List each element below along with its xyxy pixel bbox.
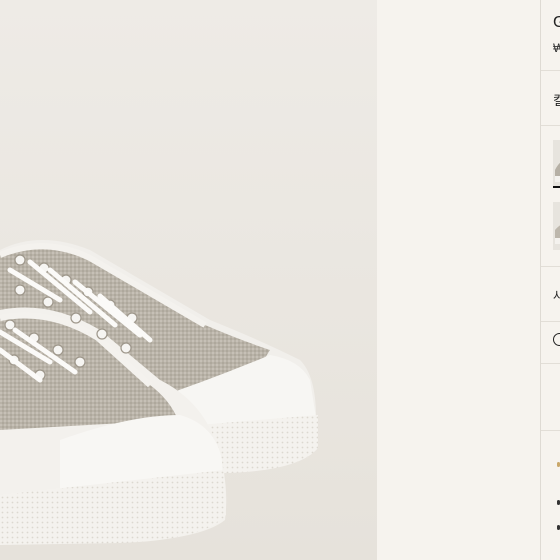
product-title: G: [553, 14, 560, 32]
sneaker-thumbnail-icon: [555, 162, 560, 182]
sneaker-illustration: [0, 0, 377, 560]
sneaker-thumbnail-icon: [555, 225, 560, 244]
divider: [541, 70, 560, 71]
thumbnail-2[interactable]: [553, 202, 560, 250]
product-detail-column: G ₩ 컬 사: [540, 0, 560, 560]
product-info-panel: [377, 0, 560, 560]
thumbnail-1[interactable]: [553, 140, 560, 188]
size-label: 사: [553, 287, 560, 304]
product-main-image[interactable]: [0, 0, 377, 560]
color-label: 컬: [553, 90, 560, 109]
divider: [541, 321, 560, 322]
info-icon[interactable]: [553, 333, 560, 346]
divider: [541, 125, 560, 126]
divider: [541, 430, 560, 431]
divider: [541, 266, 560, 267]
product-price: ₩: [553, 41, 560, 55]
divider: [541, 363, 560, 364]
